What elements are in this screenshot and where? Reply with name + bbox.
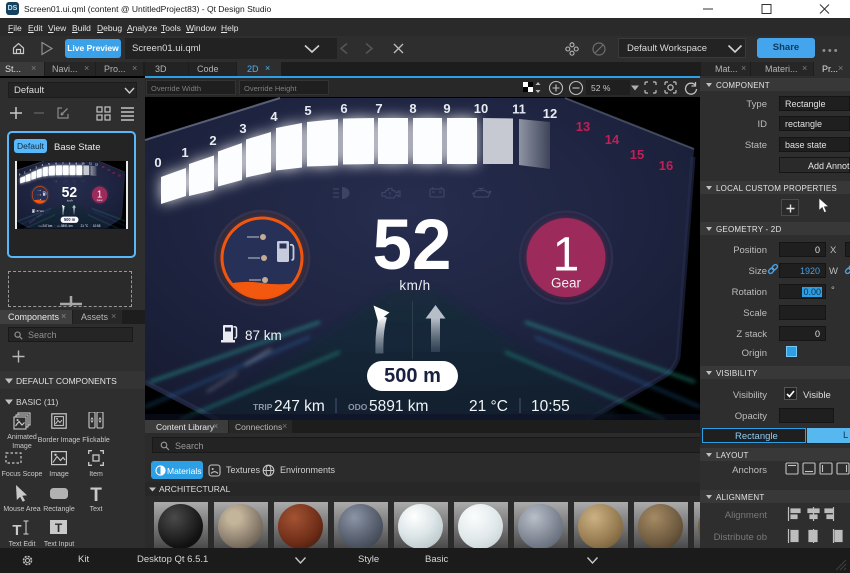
svg-text:T: T <box>90 485 102 506</box>
svg-text:T: T <box>12 522 21 539</box>
svg-text:T: T <box>55 521 63 535</box>
